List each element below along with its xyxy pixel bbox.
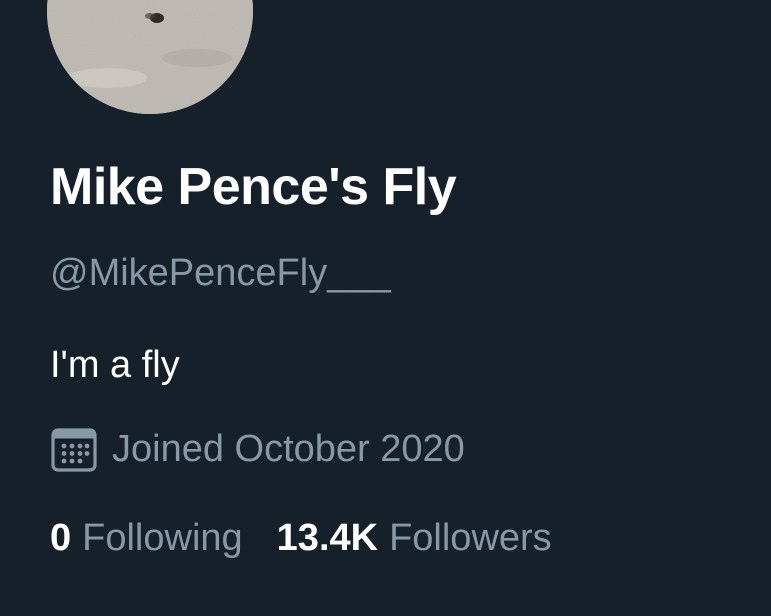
following-count: 0 — [50, 517, 72, 559]
followers-link[interactable]: 13.4K Followers — [277, 517, 552, 560]
joined-text: Joined October 2020 — [112, 427, 465, 470]
join-date: Joined October 2020 — [50, 425, 465, 473]
avatar-image — [47, 0, 253, 114]
avatar[interactable] — [47, 0, 253, 114]
calendar-icon — [51, 428, 97, 472]
followers-label: Followers — [389, 517, 552, 559]
bio: I'm a fly — [50, 344, 180, 386]
following-link[interactable]: 0 Following — [50, 517, 243, 560]
following-label: Following — [82, 517, 243, 559]
follow-stats: 0 Following 13.4K Followers — [50, 517, 552, 560]
user-handle: @MikePenceFly___ — [50, 252, 391, 294]
display-name: Mike Pence's Fly — [50, 158, 457, 216]
followers-count: 13.4K — [276, 517, 379, 559]
